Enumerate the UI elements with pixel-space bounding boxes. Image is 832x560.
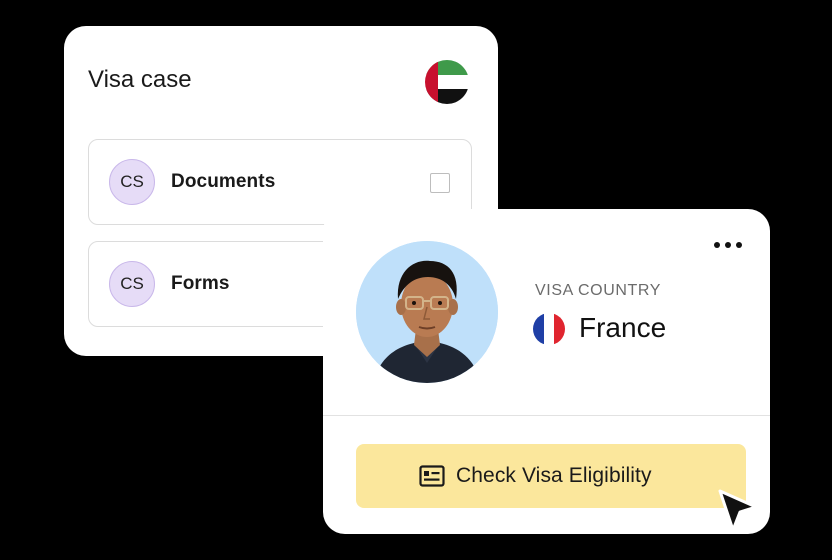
check-visa-eligibility-label: Check Visa Eligibility [456,464,652,487]
visa-country-label: VISA COUNTRY [535,282,662,299]
applicant-photo [356,241,498,383]
visa-case-title: Visa case [88,66,192,93]
visa-country-card: VISA COUNTRY France Check Visa Eligibili… [323,209,770,534]
documents-checkbox[interactable] [430,173,450,193]
avatar: CS [109,159,155,205]
avatar: CS [109,261,155,307]
more-horizontal-icon[interactable] [712,237,744,253]
canvas: Visa case CS Documents CS Forms VISA COU… [0,0,832,560]
france-flag-icon [533,313,565,345]
id-card-icon [419,465,445,487]
divider [323,415,770,416]
documents-label: Documents [171,171,276,192]
uae-flag-icon [425,60,469,104]
check-visa-eligibility-button[interactable]: Check Visa Eligibility [356,444,746,508]
country-name: France [579,312,667,343]
pointer-cursor-icon [716,488,760,534]
forms-label: Forms [171,273,230,294]
